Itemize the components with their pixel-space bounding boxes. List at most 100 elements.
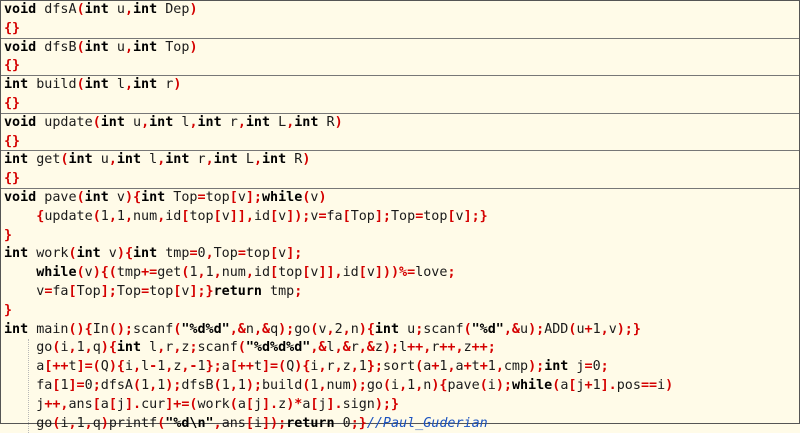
code-token: ];} [463,208,488,224]
code-token: [ [68,284,77,299]
code-token: top [149,284,174,299]
code-token: 0 [84,378,93,393]
code-token: ; [447,265,456,281]
code-token: [ [108,396,117,412]
code-token: 1 [407,378,416,393]
code-token: );} [616,321,641,337]
code-keyword: int [100,114,125,130]
code-token: , [253,152,262,168]
code-token: [ [245,415,254,431]
code-token: ) [302,152,311,168]
code-token: top [205,190,230,205]
code-line: {} [4,133,799,151]
code-token: ( [76,2,85,17]
code-keyword: int [165,152,190,168]
code-token: v [608,321,617,337]
code-line: {} [4,170,799,188]
code-token: + [584,321,593,337]
code-token: sort [382,359,416,375]
code-token: ,& [334,340,351,356]
code-token: j [576,378,585,393]
code-token: ans [68,396,93,412]
code-token: ];} [189,284,214,299]
code-token: ,- [181,359,198,375]
code-token: , [197,265,206,281]
code-keyword: int [213,152,238,168]
code-token: , [213,265,222,281]
code-token: , [84,415,93,431]
code-token: ) [334,114,343,130]
code-token: ; [294,284,303,299]
code-token: q [270,321,279,337]
code-token: build [262,378,303,393]
code-token: , [213,415,222,431]
code-token: 1 [487,359,496,375]
code-token: [++ [229,359,254,375]
code-token: ) [173,77,182,93]
code-token: == [640,378,658,393]
code-token: - [149,359,158,375]
code-token: tmp [157,246,190,262]
code-token: , [205,246,214,262]
code-keyword: void [4,190,37,205]
code-token: , [149,378,158,393]
code-token: ++, [407,340,432,356]
code-keyword: return [213,284,262,299]
code-token: 1 [76,340,85,356]
code-token: cmp [503,359,529,375]
code-token: ); [528,359,545,375]
code-token: scanf [423,321,464,337]
code-token: i [253,415,262,431]
code-token: ); [245,378,262,393]
code-line: {} [4,57,799,75]
code-token: ) [318,190,327,205]
code-token: ; [600,359,609,375]
code-token: l [141,152,158,168]
code-token: ]; [245,190,262,205]
code-keyword: int [84,190,109,205]
code-token: j [318,396,327,412]
code-token: }; [366,359,383,375]
code-token: 0 [197,246,206,262]
code-token: Top [157,39,190,55]
code-line: go(i,1,q){int l,r,z;scanf("%d%d%d",&l,&r… [4,339,799,357]
code-token: ; [92,378,101,393]
code-token: {} [4,20,21,36]
code-string: "%d\n" [165,415,214,431]
code-token: num [221,265,246,281]
code-token: u [92,152,109,168]
code-token: ]; [100,284,117,299]
code-token: ( [213,378,222,393]
code-token: { [133,190,142,205]
code-token: 1 [237,378,246,393]
code-token: ]. [600,378,617,393]
code-token: ( [76,265,85,281]
code-token: z [463,340,472,356]
code-token: z [374,340,383,356]
code-token: v [108,190,125,205]
code-token: ]); [286,208,311,224]
code-token: r [189,152,206,168]
code-token: j [4,396,45,412]
code-token: , [318,378,327,393]
code-token: )* [286,396,303,412]
code-token: ( [92,208,101,224]
code-token: + [479,359,488,375]
code-line: a[++t]=(Q){i,l-1,z,-1};a[++t]=(Q){i,r,z,… [4,358,799,376]
code-line: while(v){(tmp+=get(1,1,num,id[top[v]],id… [4,264,799,282]
code-keyword: int [84,77,109,93]
code-token: id [165,208,182,224]
code-keyword: int [76,246,101,262]
code-token: ++, [439,340,464,356]
code-token: ); [382,340,400,356]
code-token: v [4,284,45,299]
code-token: i [124,359,133,375]
code-token: r [350,340,359,356]
code-token: u [399,321,416,337]
code-token: Dep [157,2,190,17]
code-token: ( [76,77,85,93]
code-line: } [4,227,799,245]
code-token: ) [100,340,109,356]
code-token: i [60,340,69,356]
